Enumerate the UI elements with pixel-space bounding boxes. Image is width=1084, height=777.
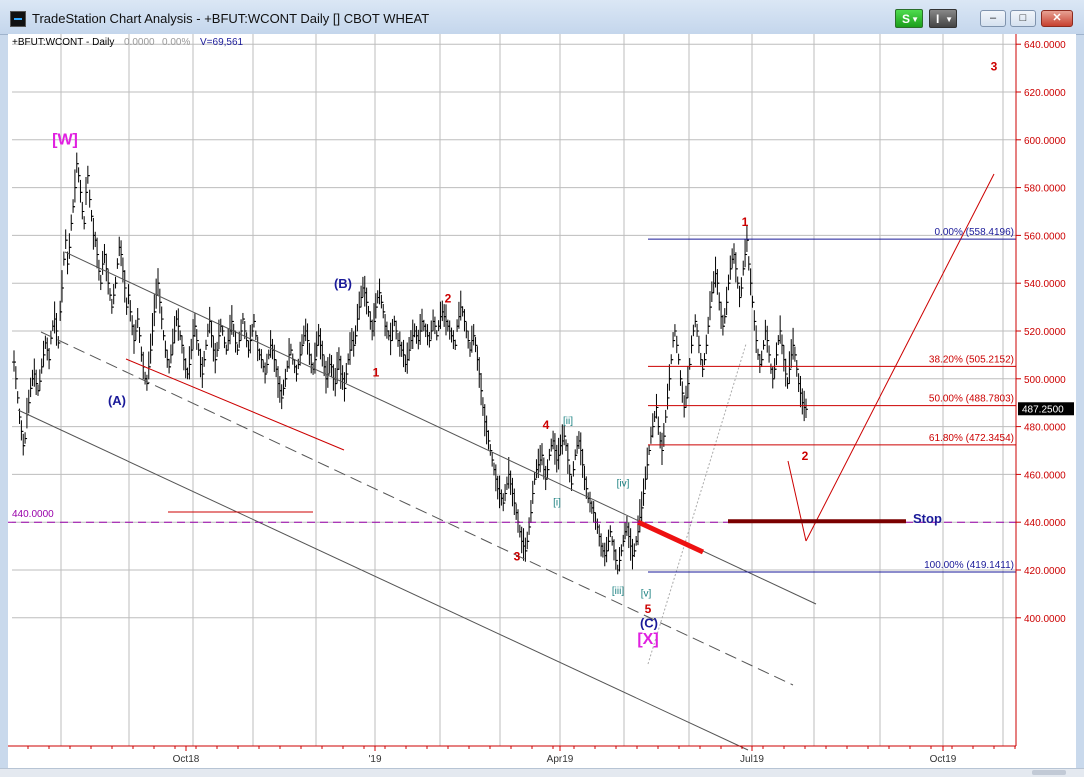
wave-label: [v] — [641, 588, 652, 599]
wave-label: (A) — [108, 393, 126, 408]
last-price-label: 487.2500 — [1022, 404, 1064, 415]
channel-lower-line — [17, 409, 749, 751]
indicator-button-label: I — [936, 12, 940, 26]
pct-text: 0.00% — [162, 37, 190, 48]
fib-level-label: 38.20% (505.2152) — [929, 354, 1014, 365]
wave-label: 3 — [514, 549, 521, 563]
chevron-down-icon: ▼ — [945, 15, 953, 24]
change-text: 0.0000 — [124, 37, 155, 48]
minimize-button[interactable]: – — [980, 10, 1006, 27]
maximize-icon: □ — [1019, 12, 1027, 24]
price-tick-label: 520.0000 — [1024, 327, 1066, 338]
wave-label: 5 — [645, 602, 652, 616]
dotted-wave-line — [647, 343, 747, 665]
wave-label: 2 — [445, 291, 452, 305]
wave-label: [ii] — [563, 416, 573, 427]
chevron-down-icon: ▼ — [911, 15, 919, 24]
wave-label: [i] — [553, 497, 561, 508]
horizontal-levels: 0.00% (558.4196) 38.20% (505.2152) 50.00% … — [8, 227, 1016, 573]
title-bar: TradeStation Chart Analysis - +BFUT:WCON… — [0, 0, 1084, 35]
volume-text: V=69,561 — [200, 37, 244, 48]
fib-level-label: 50.00% (488.7803) — [929, 394, 1014, 405]
fib-level-label: 0.00% (558.4196) — [934, 227, 1014, 238]
indicator-button[interactable]: I ▼ — [929, 9, 957, 28]
wave-label: (C) — [640, 615, 658, 630]
time-axis: Oct18 '19 Apr19 Jul19 Oct19 — [8, 745, 1016, 765]
price-tick-label: 640.0000 — [1024, 40, 1066, 51]
close-button[interactable]: ✕ — [1041, 10, 1073, 27]
time-tick-label: Oct18 — [173, 754, 200, 765]
time-tick-label: Oct19 — [930, 754, 957, 765]
price-tick-label: 420.0000 — [1024, 566, 1066, 577]
price-tick-label: 580.0000 — [1024, 184, 1066, 195]
wave-label: [W] — [52, 132, 78, 149]
time-tick-label: Jul19 — [740, 754, 764, 765]
price-tick-label: 460.0000 — [1024, 470, 1066, 481]
support-label: 440.0000 — [12, 509, 54, 520]
app-icon — [10, 11, 26, 27]
strategy-button-label: S — [902, 12, 911, 26]
time-tick-label: '19 — [368, 754, 381, 765]
price-tick-label: 440.0000 — [1024, 518, 1066, 529]
price-axis: 400.0000 420.0000 440.0000 460.0000 480.0000… — [1015, 0, 1074, 746]
chart-area[interactable]: 0.00% (558.4196) 38.20% (505.2152) 50.00% … — [8, 0, 1076, 768]
grid — [12, 34, 1016, 746]
wave-label: (B) — [334, 276, 352, 291]
stop-label: Stop — [913, 511, 942, 526]
strategy-button[interactable]: S ▼ — [895, 9, 923, 28]
projection-line-down — [787, 460, 807, 542]
time-tick-label: Apr19 — [547, 754, 574, 765]
close-icon: ✕ — [1052, 12, 1062, 24]
symbol-text: +BFUT:WCONT - Daily — [12, 37, 114, 48]
wave-label: 3 — [991, 59, 998, 73]
price-chart[interactable]: 0.00% (558.4196) 38.20% (505.2152) 50.00% … — [8, 0, 1076, 768]
breakout-line — [636, 519, 705, 555]
minimize-icon: – — [989, 12, 997, 24]
wave-label: [iv] — [617, 478, 630, 489]
app-window: TradeStation Chart Analysis - +BFUT:WCON… — [0, 0, 1084, 777]
price-tick-label: 500.0000 — [1024, 375, 1066, 386]
overlays — [17, 173, 995, 751]
info-line: +BFUT:WCONT - Daily 0.0000 0.00% V=69,56… — [12, 37, 244, 48]
price-tick-label: 560.0000 — [1024, 231, 1066, 242]
price-tick-label: 620.0000 — [1024, 88, 1066, 99]
wave-label: 1 — [742, 215, 749, 229]
wave-label: 2 — [802, 449, 809, 463]
price-tick-label: 400.0000 — [1024, 614, 1066, 625]
maximize-button[interactable]: □ — [1010, 10, 1036, 27]
price-tick-label: 540.0000 — [1024, 279, 1066, 290]
wave-label: 4 — [543, 418, 550, 432]
window-title: TradeStation Chart Analysis - +BFUT:WCON… — [32, 11, 430, 26]
fib-level-label: 61.80% (472.3454) — [929, 433, 1014, 444]
wave-label: [iii] — [612, 586, 624, 597]
wave-label: 1 — [373, 365, 380, 379]
scrollbar-thumb[interactable] — [1032, 770, 1066, 775]
wave-label: [X] — [637, 631, 658, 648]
price-tick-label: 600.0000 — [1024, 136, 1066, 147]
fib-level-label: 100.00% (419.1411) — [924, 560, 1014, 571]
price-tick-label: 480.0000 — [1024, 423, 1066, 434]
